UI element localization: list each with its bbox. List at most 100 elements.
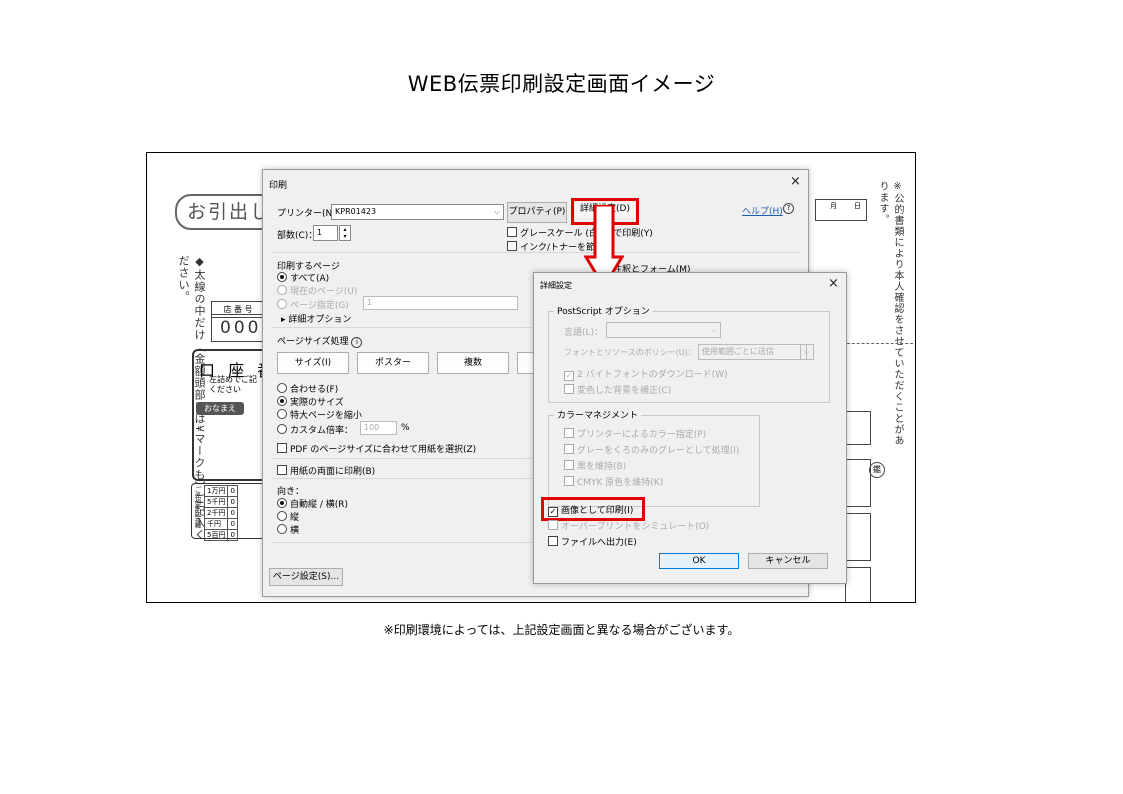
preserve-cmyk-option[interactable]: CMYK 原色を維持(K) — [564, 475, 663, 488]
cancel-button[interactable]: キャンセル — [748, 553, 828, 569]
shrink-option[interactable]: 特大ページを縮小 — [277, 408, 362, 421]
fit-option[interactable]: 合わせる(F) — [277, 382, 338, 395]
printer-select[interactable]: KPR01423 ⌵ — [331, 204, 504, 220]
ok-button[interactable]: OK — [659, 553, 739, 569]
print-to-file-checkbox[interactable] — [548, 536, 558, 546]
printer-color-option[interactable]: プリンターによるカラー指定(P) — [564, 427, 706, 440]
print-as-image-checkbox[interactable]: ✓ — [548, 507, 558, 517]
advanced-dialog: 詳細設定 × PostScript オプション 言語(L)： ⌵ フォントとリソ… — [533, 272, 847, 584]
copies-stepper[interactable]: ▴ ▾ — [339, 225, 351, 241]
pages-all-option[interactable]: すべて(A) — [277, 271, 329, 284]
properties-button[interactable]: プロパティ(P) — [507, 202, 567, 223]
orientation-label: 向き： — [277, 487, 305, 497]
dashed-divider — [847, 343, 913, 344]
duplex-label: 用紙の両面に印刷(B) — [290, 467, 376, 477]
gray-checkbox[interactable] — [564, 444, 574, 454]
color-group-title: カラーマネジメント — [554, 408, 642, 421]
auto-orientation-option[interactable]: 自動縦 / 横(R) — [277, 497, 348, 510]
denomination-label: 1万円 — [203, 485, 229, 497]
auto-orientation-label: 自動縦 / 横(R) — [290, 500, 349, 510]
print-to-file-option[interactable]: ファイルへ出力(E) — [548, 535, 637, 548]
more-options-toggle[interactable]: ▸ 詳細オプション — [281, 312, 351, 325]
radio-on[interactable] — [277, 498, 287, 508]
pages-range-option[interactable]: ページ指定(G) — [277, 298, 349, 311]
custom-scale-input[interactable]: 100 — [360, 421, 397, 435]
denomination-value: 0 — [227, 496, 238, 508]
font-policy-select[interactable]: 使用範囲ごとに送信 — [698, 344, 807, 360]
denomination-value: 0 — [227, 507, 238, 519]
page-setup-button[interactable]: ページ設定(S)... — [269, 568, 343, 586]
radio-on[interactable] — [277, 272, 287, 282]
download-2byte-checkbox[interactable]: ✓ — [564, 371, 574, 381]
custom-scale-option[interactable]: カスタム倍率： — [277, 423, 353, 436]
landscape-label: 横 — [290, 526, 300, 536]
simulate-overprint-checkbox[interactable] — [548, 520, 558, 530]
portrait-option[interactable]: 縦 — [277, 510, 299, 523]
pages-all-label: すべて(A) — [290, 274, 330, 284]
page-title: WEB伝票印刷設定画面イメージ — [407, 72, 716, 96]
slip-cell — [845, 567, 871, 602]
table-row: 1万円 0 — [203, 485, 238, 497]
shrink-label: 特大ページを縮小 — [290, 411, 362, 421]
preserve-cmyk-checkbox[interactable] — [564, 476, 574, 486]
chevron-down-icon: ⌵ — [710, 325, 717, 334]
radio-off[interactable] — [277, 524, 287, 534]
ink-saver-checkbox[interactable] — [507, 241, 517, 251]
simulate-overprint-label: オーバープリントをシミュレート(O) — [561, 522, 710, 532]
pages-range-label: ページ指定(G) — [290, 301, 349, 311]
preserve-black-checkbox[interactable] — [564, 460, 574, 470]
denomination-value: 0 — [227, 529, 238, 541]
pdf-paper-checkbox[interactable] — [277, 443, 287, 453]
denomination-value: 0 — [227, 485, 238, 497]
size-group-label: ページサイズ処理 — [277, 337, 349, 347]
close-icon[interactable]: × — [790, 174, 801, 189]
help-link[interactable]: ヘルプ(H) — [742, 204, 783, 217]
duplex-option[interactable]: 用紙の両面に印刷(B) — [277, 464, 375, 477]
printer-color-checkbox[interactable] — [564, 428, 574, 438]
print-as-image-label: 画像として印刷(I) — [561, 506, 634, 516]
pdf-paper-option[interactable]: PDF のページサイズに合わせて用紙を選択(Z) — [277, 442, 476, 455]
radio-on[interactable] — [277, 396, 287, 406]
size-button[interactable]: サイズ(I) — [277, 352, 349, 374]
discolor-checkbox[interactable] — [564, 384, 574, 394]
radio-off[interactable] — [277, 299, 287, 309]
copies-label: 部数(C)： — [277, 231, 318, 241]
close-icon[interactable]: × — [828, 276, 839, 291]
denomination-label: 千円 — [203, 518, 229, 530]
preserve-black-option[interactable]: 黒を維持(B) — [564, 459, 626, 472]
grayscale-checkbox[interactable] — [507, 227, 517, 237]
gray-option[interactable]: グレーをくろのみのグレーとして処理(I) — [564, 443, 739, 456]
custom-scale-label: カスタム倍率： — [290, 426, 354, 436]
radio-off[interactable] — [277, 511, 287, 521]
month-label: 月 — [830, 202, 837, 210]
language-select[interactable]: ⌵ — [606, 322, 721, 338]
info-icon[interactable]: i — [351, 337, 363, 348]
download-2byte-label: 2 バイトフォントのダウンロード(W) — [577, 370, 728, 380]
actual-size-option[interactable]: 実際のサイズ — [277, 395, 344, 408]
discolor-option[interactable]: 変色した背景を補正(C) — [564, 383, 671, 396]
account-sub: 左詰めでご記 ください — [209, 375, 257, 394]
chevron-down-icon[interactable]: ⌵ — [800, 344, 814, 360]
print-as-image-option[interactable]: ✓ 画像として印刷(I) — [548, 503, 633, 517]
pages-current-option[interactable]: 現在のページ(U) — [277, 284, 357, 297]
name-label: おなまえ — [196, 402, 244, 415]
pages-range-input[interactable]: 1 — [363, 296, 518, 310]
download-2byte-option[interactable]: ✓ 2 バイトフォントのダウンロード(W) — [564, 367, 728, 381]
grayscale-option[interactable]: グレースケール (白黒) で印刷(Y) — [507, 226, 653, 239]
simulate-overprint-option[interactable]: オーバープリントをシミュレート(O) — [548, 519, 709, 532]
portrait-label: 縦 — [290, 513, 300, 523]
radio-off[interactable] — [277, 285, 287, 295]
radio-off[interactable] — [277, 424, 287, 434]
denomination-label: 5百円 — [203, 529, 229, 541]
multiple-button[interactable]: 複数 — [437, 352, 509, 374]
duplex-checkbox[interactable] — [277, 465, 287, 475]
table-row: 2千円 0 — [203, 507, 238, 519]
copies-input[interactable]: 1 — [313, 225, 338, 241]
postscript-group-title: PostScript オプション — [554, 304, 653, 317]
help-icon[interactable]: ? — [783, 203, 794, 214]
table-row: 5千円 0 — [203, 496, 238, 508]
radio-off[interactable] — [277, 383, 287, 393]
poster-button[interactable]: ポスター — [357, 352, 429, 374]
landscape-option[interactable]: 横 — [277, 523, 299, 536]
radio-off[interactable] — [277, 409, 287, 419]
